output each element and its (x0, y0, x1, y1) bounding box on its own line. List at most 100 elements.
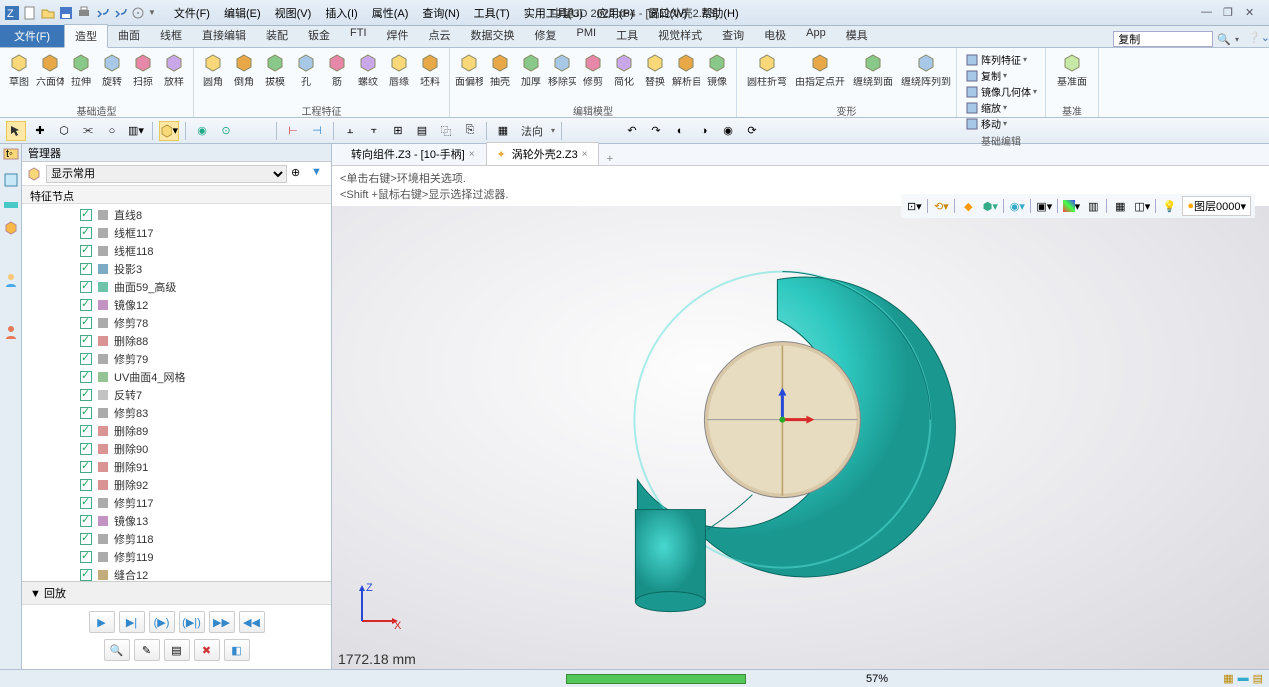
undo-icon[interactable] (94, 5, 110, 21)
ribbon-btn-缠绕阵列到面[interactable]: 缠绕阵列到面 (900, 50, 952, 89)
tab-close-icon[interactable]: × (469, 149, 475, 160)
tb-wire-icon[interactable]: ▦ (493, 121, 513, 141)
delete-button[interactable]: ✖ (194, 639, 220, 661)
ribbon-btn-替换[interactable]: 替换 (640, 50, 670, 89)
tree-checkbox[interactable] (80, 389, 92, 401)
tree-node[interactable]: 修剪117 (22, 494, 331, 512)
tree-checkbox[interactable] (80, 425, 92, 437)
tree-node[interactable]: 反转7 (22, 386, 331, 404)
tree-checkbox[interactable] (80, 497, 92, 509)
tree-checkbox[interactable] (80, 209, 92, 221)
feature-tree[interactable]: 直线8线框117线框118投影3曲面59_高级镜像12修剪78删除88修剪79U… (22, 204, 331, 581)
playback-header[interactable]: ▼ 回放 (22, 582, 331, 605)
ribbon-btn-坯料[interactable]: 坯料 (415, 50, 445, 89)
tree-node[interactable]: 投影3 (22, 260, 331, 278)
tree-node[interactable]: 修剪118 (22, 530, 331, 548)
vt-grid2-icon[interactable]: ◫▾ (1133, 197, 1151, 215)
tree-node[interactable]: 镜像13 (22, 512, 331, 530)
ribbon-btn-草图[interactable]: 草图 (4, 50, 34, 89)
tb-nav1-icon[interactable]: ◐ (670, 121, 690, 141)
redo-icon[interactable] (112, 5, 128, 21)
ribbon-tab-5[interactable]: 钣金 (298, 24, 340, 47)
ribbon-btn-阵列特征[interactable]: 阵列特征 ▾ (965, 52, 1037, 67)
select-mode-icon[interactable] (6, 121, 26, 141)
ribbon-tab-6[interactable]: FTI (340, 24, 377, 47)
tree-checkbox[interactable] (80, 461, 92, 473)
minimize-icon[interactable]: — (1201, 6, 1215, 20)
tb-filter-icon[interactable]: ▥▾ (126, 121, 146, 141)
ribbon-btn-圆柱折弯[interactable]: 圆柱折弯 (741, 50, 793, 89)
ribbon-tab-8[interactable]: 点云 (419, 24, 461, 47)
tb-align1-icon[interactable]: ⫠ (340, 121, 360, 141)
lb-assembly-icon[interactable]: t◦ (3, 148, 19, 164)
lb-user-icon[interactable] (3, 272, 19, 288)
tb-align2-icon[interactable]: ⫟ (364, 121, 384, 141)
tree-node[interactable]: 删除92 (22, 476, 331, 494)
ribbon-btn-六面体[interactable]: 六面体 (35, 50, 65, 89)
add-tab-button[interactable]: + (599, 153, 621, 165)
ribbon-btn-面偏移[interactable]: 面偏移 (454, 50, 484, 89)
tree-checkbox[interactable] (80, 263, 92, 275)
tab-close-icon[interactable]: × (582, 149, 588, 160)
ribbon-btn-放样[interactable]: 放样 (159, 50, 189, 89)
tree-checkbox[interactable] (80, 443, 92, 455)
tb-clip-icon[interactable]: ⎘ (460, 121, 480, 141)
tree-checkbox[interactable] (80, 551, 92, 563)
lb-person-icon[interactable] (3, 324, 19, 340)
search-input[interactable] (1113, 31, 1213, 47)
vt-fit-icon[interactable]: ⊡▾ (905, 197, 923, 215)
tb-nav4-icon[interactable]: ⟳ (742, 121, 762, 141)
ribbon-btn-旋转[interactable]: 旋转 (97, 50, 127, 89)
tree-checkbox[interactable] (80, 245, 92, 257)
tree-node[interactable]: 曲面59_高级 (22, 278, 331, 296)
law-dropdown-icon[interactable]: ▾ (551, 126, 555, 135)
ribbon-btn-扫掠[interactable]: 扫掠 (128, 50, 158, 89)
lb-layer-icon[interactable] (3, 196, 19, 212)
ribbon-btn-筋[interactable]: 筋 (322, 50, 352, 89)
tree-checkbox[interactable] (80, 479, 92, 491)
layer-selector[interactable]: ● 图层0000 ▾ (1182, 196, 1251, 216)
ribbon-btn-缠绕到面[interactable]: 缠绕到面 (847, 50, 899, 89)
tree-node[interactable]: 缝合12 (22, 566, 331, 581)
expand-icon[interactable]: ⊕ (291, 166, 307, 182)
tree-node[interactable]: 删除91 (22, 458, 331, 476)
rewind-button[interactable]: ◀◀ (239, 611, 265, 633)
tree-node[interactable]: 修剪79 (22, 350, 331, 368)
menu-编辑(E)[interactable]: 编辑(E) (218, 3, 267, 23)
turbine-model[interactable] (557, 219, 977, 639)
step-fwd-button[interactable]: ▶| (119, 611, 145, 633)
vt-section-icon[interactable]: ▣▾ (1035, 197, 1053, 215)
qat-dropdown-icon[interactable]: ▼ (148, 8, 156, 17)
tree-node[interactable]: 线框118 (22, 242, 331, 260)
play-button[interactable]: ▶ (89, 611, 115, 633)
vt-grid1-icon[interactable]: ▦ (1111, 197, 1129, 215)
menu-文件(F)[interactable]: 文件(F) (168, 3, 216, 23)
ribbon-tab-14[interactable]: 查询 (712, 24, 754, 47)
tree-node[interactable]: 删除90 (22, 440, 331, 458)
ribbon-btn-缩放[interactable]: 缩放 ▾ (965, 100, 1037, 115)
ribbon-btn-圆角[interactable]: 圆角 (198, 50, 228, 89)
tb-nav3-icon[interactable]: ◉ (718, 121, 738, 141)
ribbon-tab-17[interactable]: 模具 (836, 24, 878, 47)
tree-checkbox[interactable] (80, 317, 92, 329)
tree-checkbox[interactable] (80, 227, 92, 239)
vt-orbit-icon[interactable]: ⟲▾ (932, 197, 950, 215)
vt-bulb-icon[interactable]: 💡 (1160, 197, 1178, 215)
restore-icon[interactable]: ❐ (1223, 6, 1237, 20)
tree-checkbox[interactable] (80, 533, 92, 545)
print-icon[interactable] (76, 5, 92, 21)
new-icon[interactable] (22, 5, 38, 21)
tb-cube-icon[interactable]: ▾ (159, 121, 179, 141)
sb-icon3[interactable]: ▤ (1253, 672, 1263, 685)
ff-button[interactable]: (▶) (149, 611, 175, 633)
ribbon-tab-0[interactable]: 造型 (64, 24, 108, 48)
tb-poly-icon[interactable]: ⬡ (54, 121, 74, 141)
tree-node[interactable]: 删除89 (22, 422, 331, 440)
close-icon[interactable]: ✕ (1245, 6, 1259, 20)
menu-工具(T)[interactable]: 工具(T) (468, 3, 516, 23)
tb-plus-icon[interactable]: ✚ (30, 121, 50, 141)
ribbon-btn-简化[interactable]: 简化 (609, 50, 639, 89)
lb-cube-icon[interactable] (3, 220, 19, 236)
ribbon-btn-解析自相交[interactable]: 解析自相交 (671, 50, 701, 89)
tree-checkbox[interactable] (80, 353, 92, 365)
